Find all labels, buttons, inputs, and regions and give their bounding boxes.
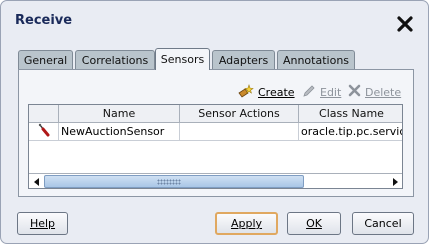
tab-correlations[interactable]: Correlations: [75, 50, 155, 69]
scroll-right-icon[interactable]: [387, 174, 402, 188]
delete-button[interactable]: Delete: [348, 83, 401, 101]
table-cell-name[interactable]: NewAuctionSensor: [59, 123, 180, 141]
delete-x-icon: [348, 84, 361, 100]
delete-label: Delete: [365, 85, 402, 99]
cancel-button-label: Cancel: [364, 217, 402, 230]
ok-button[interactable]: OK: [287, 212, 341, 235]
scrollbar-grip-icon: [157, 179, 181, 185]
cancel-button[interactable]: Cancel: [352, 212, 414, 235]
tab-adapters[interactable]: Adapters: [212, 50, 275, 69]
scrollbar-thumb[interactable]: [44, 175, 304, 188]
create-button[interactable]: Create: [238, 83, 295, 101]
tab-sensors[interactable]: Sensors: [155, 48, 210, 70]
edit-button[interactable]: Edit: [302, 83, 341, 101]
column-header-icon: [29, 105, 59, 123]
create-sensor-icon: [238, 83, 254, 101]
apply-button-label: Apply: [230, 217, 263, 230]
receive-dialog: Receive General Correlations Sensors Ada…: [0, 0, 429, 244]
help-button-label: Help: [29, 217, 56, 230]
pencil-icon: [302, 84, 316, 101]
dialog-title: Receive: [15, 13, 73, 28]
column-header-class-name[interactable]: Class Name: [299, 105, 402, 123]
tab-general[interactable]: General: [18, 50, 73, 69]
edit-label: Edit: [320, 85, 342, 99]
table-cell-class-name[interactable]: oracle.tip.pc.services: [299, 123, 402, 141]
sensor-probe-icon: [37, 123, 51, 140]
table-row-icon[interactable]: [29, 123, 59, 141]
help-button[interactable]: Help: [17, 212, 68, 235]
create-label: Create: [258, 85, 295, 99]
column-header-name[interactable]: Name: [59, 105, 180, 123]
sensors-table: Name Sensor Actions Class Name NewAuctio…: [28, 104, 403, 189]
scroll-left-icon[interactable]: [29, 174, 44, 188]
tab-annotations[interactable]: Annotations: [277, 50, 355, 69]
column-header-sensor-actions[interactable]: Sensor Actions: [180, 105, 299, 123]
ok-button-label: OK: [306, 217, 322, 230]
close-icon[interactable]: [397, 16, 413, 32]
horizontal-scrollbar[interactable]: [29, 173, 402, 188]
table-cell-sensor-actions[interactable]: [180, 123, 299, 141]
apply-button[interactable]: Apply: [215, 212, 278, 235]
